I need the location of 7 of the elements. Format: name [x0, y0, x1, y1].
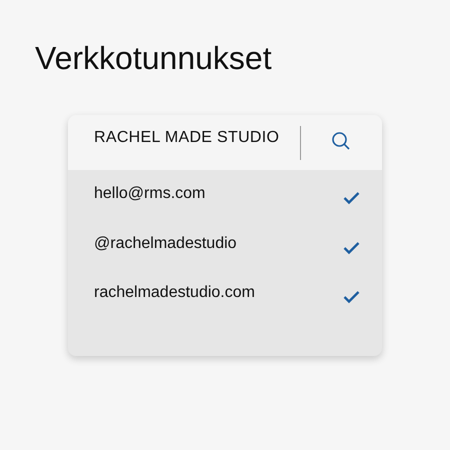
- search-button[interactable]: [331, 131, 351, 151]
- domain-label: hello@rms.com: [94, 185, 206, 203]
- search-icon: [331, 131, 351, 151]
- page-title: Verkkotunnukset: [34, 39, 272, 78]
- domain-label: @rachelmadestudio: [94, 234, 238, 252]
- studio-name: RACHEL MADE STUDIO: [94, 129, 280, 147]
- domain-label: rachelmadestudio.com: [94, 284, 256, 302]
